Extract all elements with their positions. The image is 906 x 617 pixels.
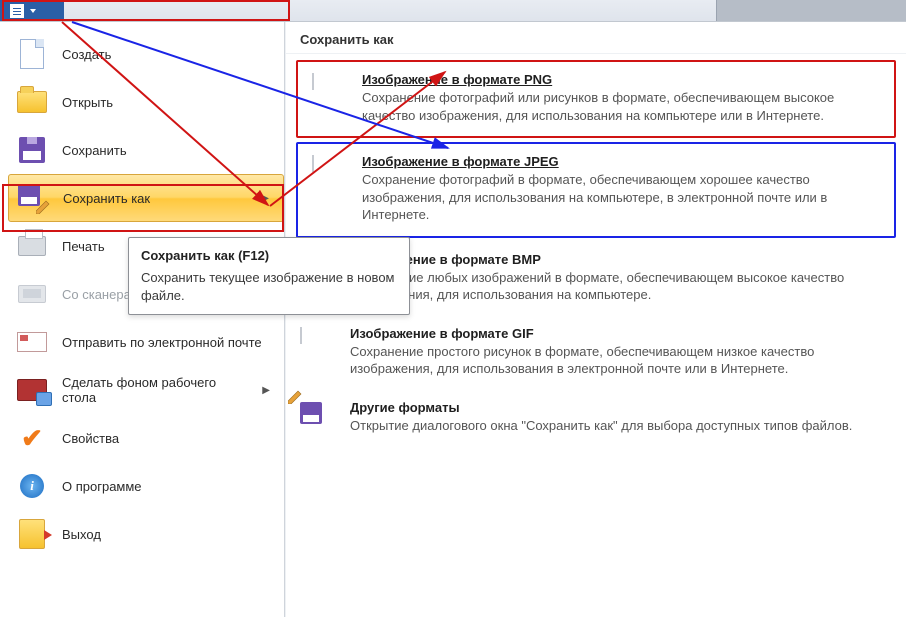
folder-open-icon [16, 86, 48, 118]
menu-exit-label: Выход [62, 527, 101, 542]
format-png-desc: Сохранение фотографий или рисунков в фор… [362, 89, 880, 124]
exit-icon [16, 518, 48, 550]
app-menu-button[interactable] [0, 0, 64, 21]
png-icon [312, 74, 348, 110]
menu-save-label: Сохранить [62, 143, 127, 158]
file-menu-left: Создать Открыть Сохранить Сохранить как … [0, 22, 285, 617]
chevron-right-icon: ▶ [261, 193, 269, 204]
info-icon: i [16, 470, 48, 502]
gif-icon [300, 328, 336, 364]
menu-send-mail[interactable]: Отправить по электронной почте [8, 318, 284, 366]
save-as-formats: Изображение в формате PNG Сохранение фот… [286, 54, 906, 617]
chevron-down-icon [30, 9, 36, 13]
title-bar-right [716, 0, 906, 21]
menu-properties-label: Свойства [62, 431, 119, 446]
format-other[interactable]: Другие форматы Открытие диалогового окна… [286, 390, 906, 450]
menu-save-as-label: Сохранить как [63, 191, 150, 206]
menu-save[interactable]: Сохранить [8, 126, 284, 174]
format-jpeg-title: Изображение в формате JPEG [362, 154, 880, 169]
save-as-panel: Сохранить как Изображение в формате PNG … [285, 22, 906, 617]
format-bmp-title: Изображение в формате BMP [350, 252, 892, 267]
format-other-desc: Открытие диалогового окна "Сохранить как… [350, 417, 852, 435]
menu-about-label: О программе [62, 479, 142, 494]
menu-properties[interactable]: ✔ Свойства [8, 414, 284, 462]
menu-set-desktop-label: Сделать фоном рабочего стола [62, 375, 248, 405]
menu-open[interactable]: Открыть [8, 78, 284, 126]
save-as-tooltip: Сохранить как (F12) Сохранить текущее из… [128, 237, 410, 315]
floppy-icon [16, 134, 48, 166]
format-jpeg-desc: Сохранение фотографий в формате, обеспеч… [362, 171, 880, 224]
menu-exit[interactable]: Выход [8, 510, 284, 558]
envelope-icon [16, 326, 48, 358]
menu-create[interactable]: Создать [8, 30, 284, 78]
format-bmp-desc: Сохранение любых изображений в формате, … [350, 269, 892, 304]
format-gif-desc: Сохранение простого рисунок в формате, о… [350, 343, 892, 378]
format-gif[interactable]: Изображение в формате GIF Сохранение про… [286, 316, 906, 390]
format-png-title: Изображение в формате PNG [362, 72, 880, 87]
printer-icon [16, 230, 48, 262]
menu-open-label: Открыть [62, 95, 113, 110]
menu-save-as[interactable]: Сохранить как ▶ [8, 174, 284, 222]
menu-send-mail-label: Отправить по электронной почте [62, 335, 262, 350]
save-as-icon [17, 182, 49, 214]
document-icon [10, 4, 24, 18]
new-document-icon [16, 38, 48, 70]
format-png[interactable]: Изображение в формате PNG Сохранение фот… [296, 60, 896, 138]
other-formats-icon [300, 402, 336, 438]
tooltip-title: Сохранить как (F12) [141, 248, 397, 263]
checkmark-icon: ✔ [16, 422, 48, 454]
format-gif-title: Изображение в формате GIF [350, 326, 892, 341]
menu-create-label: Создать [62, 47, 111, 62]
menu-about[interactable]: i О программе [8, 462, 284, 510]
format-jpeg[interactable]: Изображение в формате JPEG Сохранение фо… [296, 142, 896, 238]
menu-print-label: Печать [62, 239, 105, 254]
format-other-title: Другие форматы [350, 400, 852, 415]
chevron-right-icon: ▶ [262, 385, 270, 396]
jpeg-icon [312, 156, 348, 192]
desktop-icon [16, 374, 48, 406]
scanner-icon [16, 278, 48, 310]
menu-set-desktop[interactable]: Сделать фоном рабочего стола ▶ [8, 366, 284, 414]
tooltip-body: Сохранить текущее изображение в новом фа… [141, 269, 397, 304]
save-as-header: Сохранить как [286, 22, 906, 54]
title-bar [0, 0, 906, 22]
title-bar-spacer [64, 0, 716, 21]
